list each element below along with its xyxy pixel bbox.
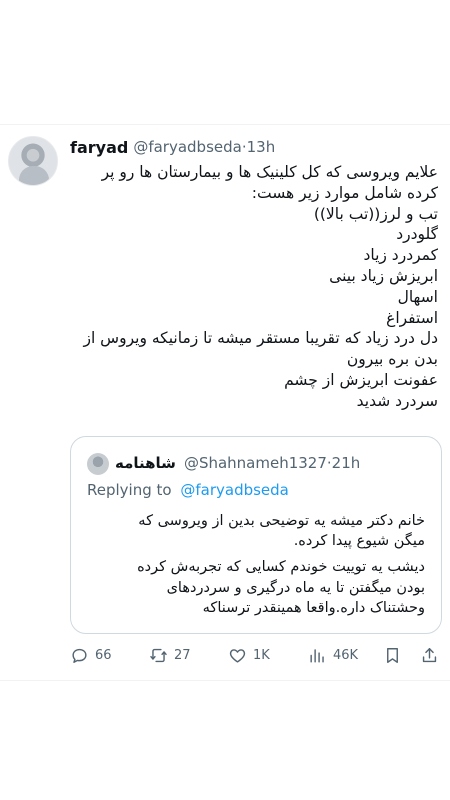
author-handle[interactable]: @faryadbseda <box>133 138 242 156</box>
quote-line: وحشتناک داره.واقعا همینقدر ترسناکه <box>202 599 425 616</box>
tweet-line: تب و لرز((تب بالا)) <box>313 204 438 223</box>
tweet-line: علایم ویروسی که کل کلینیک ها و بیمارستان… <box>101 163 438 181</box>
quote-header: شاهنامه @Shahnameh1327 ·21h <box>115 451 360 475</box>
tweet-header: faryad @faryadbseda ·13h <box>70 136 275 158</box>
tweet-line: گلودرد <box>396 225 438 244</box>
like-button[interactable]: 1K <box>228 642 270 668</box>
quote-line: میگن شیوع پیدا کرده. <box>293 533 425 550</box>
quote-time: ·21h <box>326 454 361 472</box>
tweet-text: علایم ویروسی که کل کلینیک ها و بیمارستان… <box>66 162 438 412</box>
retweet-count: 27 <box>174 647 191 663</box>
quote-line: بودن میگفتن تا یه ماه درگیری و سردردهای <box>166 579 425 596</box>
tweet-line: کمردرد زیاد <box>363 246 438 265</box>
author-name[interactable]: faryad <box>70 138 128 157</box>
views-count: 46K <box>333 647 359 663</box>
tweet-line: بدن بره بیرون <box>346 350 438 369</box>
tweet-line: ابریزش زیاد بینی <box>329 266 438 285</box>
quote-line: خانم دکتر میشه یه توضیحی بدین از ویروسی … <box>138 513 425 529</box>
quoted-tweet[interactable]: شاهنامه @Shahnameh1327 ·21h Replying to … <box>70 436 442 634</box>
quote-author-avatar <box>87 453 109 475</box>
replying-to-link[interactable]: @faryadbseda <box>180 481 289 499</box>
views-icon <box>310 648 324 663</box>
share-button[interactable] <box>420 642 439 668</box>
bookmark-icon <box>387 647 398 663</box>
tweet-line: دل درد زیاد که تقریبا مستقر میشه تا زمان… <box>83 329 438 348</box>
reply-icon <box>72 648 87 663</box>
quote-author-name: شاهنامه <box>115 454 176 472</box>
tweet-line: سردرد شدید <box>356 391 438 410</box>
bottom-divider <box>0 680 450 681</box>
retweet-button[interactable]: 27 <box>149 642 191 668</box>
quote-line: دیشب یه توییت خوندم کسایی که تجربه‌ش کرد… <box>137 559 425 576</box>
reply-button[interactable]: 66 <box>70 642 112 668</box>
tweet-line: عفونت ابریزش از چشم <box>284 370 438 389</box>
tweet-time[interactable]: ·13h <box>242 138 275 156</box>
like-count: 1K <box>253 647 270 663</box>
tweet-line: استفراغ <box>386 308 438 327</box>
tweet-line: اسهال <box>397 287 438 306</box>
tweet-line: کرده شامل موارد زیر هست: <box>251 183 438 202</box>
retweet-icon <box>150 648 167 662</box>
share-icon <box>422 647 437 662</box>
quote-author-handle: @Shahnameh1327 <box>183 454 327 472</box>
like-icon <box>229 648 246 663</box>
views-button[interactable]: 46K <box>308 642 358 668</box>
quote-text: خانم دکتر میشه یه توضیحی بدین از ویروسی … <box>95 511 425 618</box>
action-bar: 66 27 1K 46K <box>70 642 442 668</box>
reply-count: 66 <box>95 647 112 663</box>
top-divider <box>0 124 450 125</box>
bookmark-button[interactable] <box>383 642 402 668</box>
replying-to-label: Replying to <box>87 481 172 499</box>
replying-to: Replying to @faryadbseda <box>87 481 289 503</box>
author-avatar[interactable] <box>8 136 58 186</box>
